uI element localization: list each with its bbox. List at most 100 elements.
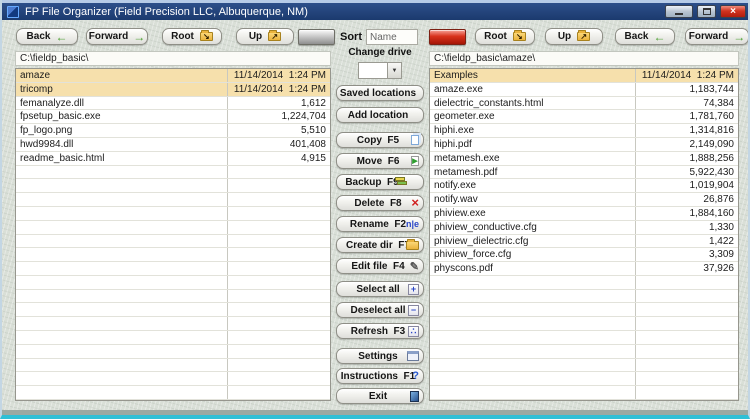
file-name-cell: tricomp <box>16 83 227 96</box>
right-path-field[interactable]: C:\fieldp_basic\amaze\ <box>429 51 739 66</box>
table-row[interactable]: phiview_conductive.cfg1,330 <box>430 221 738 235</box>
settings-button[interactable]: Settings <box>336 348 424 364</box>
table-row[interactable]: notify.exe1,019,904 <box>430 179 738 193</box>
file-name-cell: amaze <box>16 69 227 82</box>
create-dir-folder-icon <box>406 241 419 250</box>
select-all-button[interactable]: Select all+ <box>336 281 424 297</box>
file-value-cell: 5,922,430 <box>635 166 738 179</box>
file-name-cell <box>16 345 227 358</box>
maximize-icon <box>703 8 711 15</box>
table-row[interactable]: amaze11/14/2014 1:24 PM <box>16 69 330 83</box>
table-row[interactable]: metamesh.exe1,888,256 <box>430 152 738 166</box>
file-name-cell <box>16 248 227 261</box>
delete-button[interactable]: Delete F8× <box>336 195 424 211</box>
file-name-cell: femanalyze.dll <box>16 97 227 110</box>
file-name-cell: hiphi.exe <box>430 124 635 137</box>
table-row[interactable]: hiphi.exe1,314,816 <box>430 124 738 138</box>
table-row[interactable]: physcons.pdf37,926 <box>430 262 738 276</box>
sort-input[interactable] <box>366 29 418 45</box>
minimize-button[interactable] <box>665 5 693 18</box>
left-up-button[interactable]: Up ↗ <box>236 28 294 45</box>
table-row[interactable]: hwd9984.dll401,408 <box>16 138 330 152</box>
refresh-icon: ∴ <box>408 326 419 337</box>
table-row[interactable]: fp_logo.png5,510 <box>16 124 330 138</box>
backup-button[interactable]: Backup F9 <box>336 174 424 190</box>
right-root-button[interactable]: Root ↘ <box>475 28 535 45</box>
table-row[interactable]: phiview_dielectric.cfg1,422 <box>430 235 738 249</box>
table-row <box>16 345 330 359</box>
settings-icon <box>407 351 419 361</box>
table-row[interactable]: readme_basic.html4,915 <box>16 152 330 166</box>
file-value-cell <box>227 290 330 303</box>
table-row <box>16 372 330 386</box>
file-name-cell: hiphi.pdf <box>430 138 635 151</box>
table-row[interactable]: geometer.exe1,781,760 <box>430 110 738 124</box>
left-back-button[interactable]: Back ← <box>16 28 78 45</box>
file-name-cell <box>430 359 635 372</box>
table-row[interactable]: notify.wav26,876 <box>430 193 738 207</box>
change-drive-dropdown[interactable]: ▼ <box>358 62 402 79</box>
file-value-cell <box>227 235 330 248</box>
file-name-cell: metamesh.pdf <box>430 166 635 179</box>
table-row[interactable]: Examples11/14/2014 1:24 PM <box>430 69 738 83</box>
copy-icon <box>411 135 419 145</box>
left-root-button[interactable]: Root ↘ <box>162 28 222 45</box>
table-row[interactable]: tricomp11/14/2014 1:24 PM <box>16 83 330 97</box>
table-row[interactable]: hiphi.pdf2,149,090 <box>430 138 738 152</box>
file-name-cell: phiview_conductive.cfg <box>430 221 635 234</box>
change-drive-label: Change drive <box>332 47 428 58</box>
help-icon: ? <box>412 370 419 382</box>
up-folder-icon: ↗ <box>268 32 281 41</box>
add-location-button[interactable]: Add location <box>336 107 424 123</box>
file-value-cell <box>227 193 330 206</box>
file-name-cell <box>430 317 635 330</box>
file-value-cell <box>635 331 738 344</box>
table-row <box>16 207 330 221</box>
right-panel-indicator-button[interactable] <box>429 29 466 45</box>
table-row[interactable]: amaze.exe1,183,744 <box>430 83 738 97</box>
window-title: FP File Organizer (Field Precision LLC, … <box>25 6 308 18</box>
file-table-right: Examples11/14/2014 1:24 PMamaze.exe1,183… <box>429 68 739 401</box>
table-row[interactable]: dielectric_constants.html74,384 <box>430 97 738 111</box>
sort-label: Sort <box>340 31 362 43</box>
instructions-button[interactable]: Instructions F1? <box>336 368 424 384</box>
file-name-cell: notify.exe <box>430 179 635 192</box>
deselect-all-button[interactable]: Deselect all− <box>336 302 424 318</box>
table-row[interactable]: femanalyze.dll1,612 <box>16 97 330 111</box>
title-bar[interactable]: FP File Organizer (Field Precision LLC, … <box>2 3 748 20</box>
move-button[interactable]: Move F6▶ <box>336 153 424 169</box>
left-panel-indicator-button[interactable] <box>298 29 335 45</box>
table-row <box>16 179 330 193</box>
create-dir-button[interactable]: Create dir F7 <box>336 237 424 253</box>
table-row[interactable]: phiview_force.cfg3,309 <box>430 248 738 262</box>
table-row[interactable]: phiview.exe1,884,160 <box>430 207 738 221</box>
file-value-cell <box>635 276 738 289</box>
file-name-cell <box>16 359 227 372</box>
exit-button[interactable]: Exit <box>336 388 424 404</box>
table-row <box>430 359 738 373</box>
table-row <box>16 248 330 262</box>
copy-button[interactable]: Copy F5 <box>336 132 424 148</box>
table-row[interactable]: fpsetup_basic.exe1,224,704 <box>16 110 330 124</box>
file-value-cell <box>227 221 330 234</box>
maximize-button[interactable] <box>697 5 716 18</box>
rename-button[interactable]: Rename F2n|e <box>336 216 424 232</box>
file-value-cell <box>635 386 738 399</box>
table-row[interactable]: metamesh.pdf5,922,430 <box>430 166 738 180</box>
right-forward-button[interactable]: Forward → <box>685 28 749 45</box>
right-up-button[interactable]: Up ↗ <box>545 28 603 45</box>
file-name-cell <box>430 303 635 316</box>
refresh-button[interactable]: Refresh F3∴ <box>336 323 424 339</box>
back-arrow-icon: ← <box>653 32 665 42</box>
left-path-field[interactable]: C:\fieldp_basic\ <box>15 51 331 66</box>
left-forward-button[interactable]: Forward → <box>86 28 148 45</box>
file-name-cell <box>16 317 227 330</box>
right-back-button[interactable]: Back ← <box>615 28 675 45</box>
edit-file-button[interactable]: Edit file F4✎ <box>336 258 424 274</box>
close-button[interactable]: × <box>720 5 746 18</box>
saved-locations-button[interactable]: Saved locations <box>336 85 424 101</box>
file-name-cell: notify.wav <box>430 193 635 206</box>
file-value-cell: 1,884,160 <box>635 207 738 220</box>
table-row <box>430 372 738 386</box>
file-value-cell <box>635 372 738 385</box>
